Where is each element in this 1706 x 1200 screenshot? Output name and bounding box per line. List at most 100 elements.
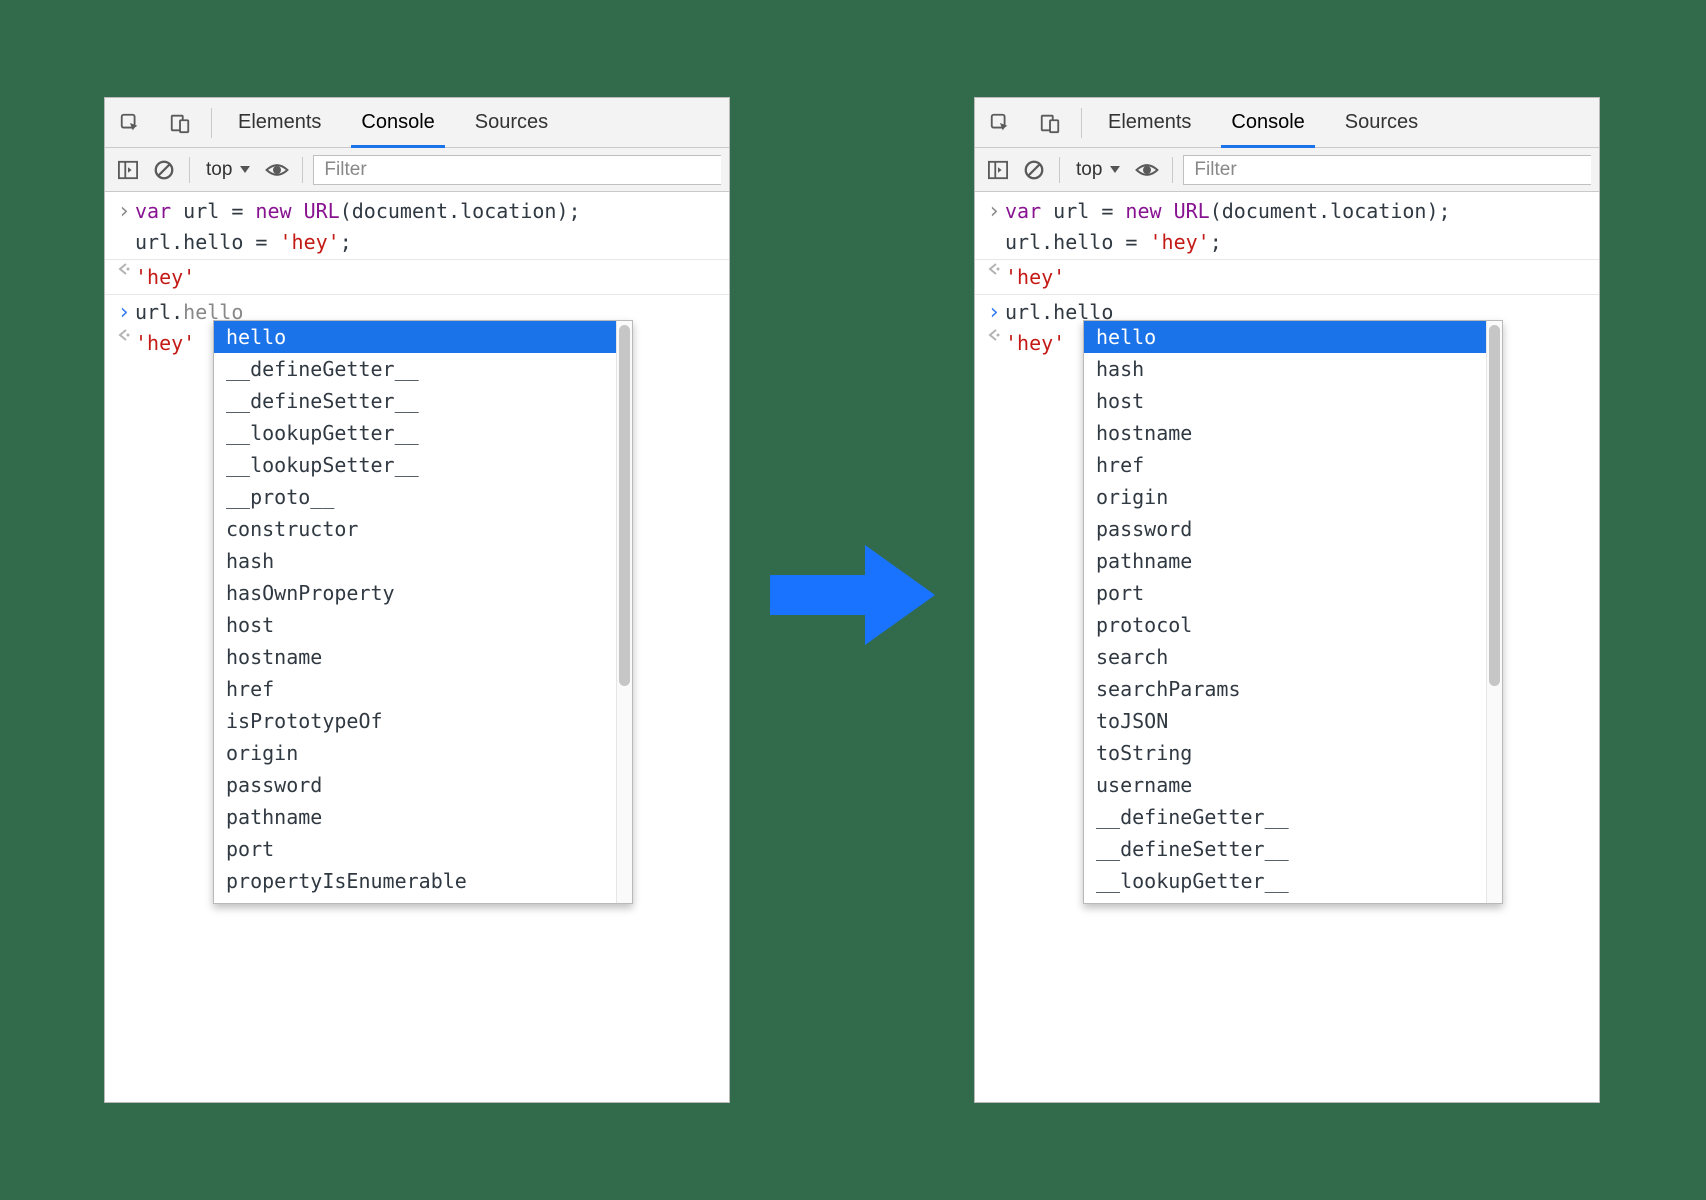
autocomplete-item[interactable]: hash	[1084, 353, 1486, 385]
transition-arrow-icon	[770, 540, 935, 650]
autocomplete-item[interactable]: href	[1084, 449, 1486, 481]
output-caret-icon	[983, 262, 1005, 292]
autocomplete-item[interactable]: toString	[1084, 737, 1486, 769]
autocomplete-item[interactable]: search	[1084, 641, 1486, 673]
autocomplete-item[interactable]: hostname	[214, 641, 616, 673]
console-output-value: 'hey'	[1005, 262, 1065, 292]
autocomplete-item[interactable]: __defineSetter__	[1084, 833, 1486, 865]
console-input-line: var url = new URL(document.location);	[1005, 196, 1451, 227]
filter-input[interactable]: Filter	[313, 155, 721, 185]
autocomplete-item[interactable]: searchParams	[1084, 673, 1486, 705]
autocomplete-popup[interactable]: hellohashhosthostnamehreforiginpasswordp…	[1083, 320, 1503, 904]
autocomplete-item[interactable]: __defineGetter__	[214, 353, 616, 385]
autocomplete-item[interactable]: __defineSetter__	[214, 385, 616, 417]
console-output-value: 'hey'	[135, 262, 195, 292]
autocomplete-item[interactable]: hello	[214, 321, 616, 353]
output-caret-icon	[113, 262, 135, 292]
autocomplete-item[interactable]: __lookupGetter__	[214, 417, 616, 449]
devtools-tabbar: Elements Console Sources	[975, 98, 1599, 148]
separator	[1172, 157, 1173, 183]
autocomplete-item[interactable]: pathname	[214, 801, 616, 833]
autocomplete-item[interactable]: __lookupSetter__	[214, 449, 616, 481]
autocomplete-item[interactable]: href	[214, 673, 616, 705]
devtools-tabbar: Elements Console Sources	[105, 98, 729, 148]
autocomplete-item[interactable]: pathname	[1084, 545, 1486, 577]
autocomplete-item[interactable]: origin	[214, 737, 616, 769]
autocomplete-item[interactable]: hello	[1084, 321, 1486, 353]
console-sidebar-toggle-icon[interactable]	[113, 155, 143, 185]
filter-placeholder: Filter	[324, 159, 366, 181]
console-eager-eval: 'hey'	[1005, 328, 1065, 358]
console-input-line: url.hello = 'hey';	[1005, 227, 1222, 257]
tab-elements[interactable]: Elements	[1088, 98, 1211, 147]
tab-console[interactable]: Console	[1211, 98, 1324, 147]
devtools-panel-before: Elements Console Sources top Filt	[104, 97, 730, 1103]
scrollbar[interactable]	[616, 321, 632, 903]
console-input-line: url.hello = 'hey';	[135, 227, 352, 257]
separator	[211, 108, 212, 138]
filter-input[interactable]: Filter	[1183, 155, 1591, 185]
tab-sources[interactable]: Sources	[1325, 98, 1438, 147]
autocomplete-item[interactable]: password	[1084, 513, 1486, 545]
autocomplete-item[interactable]: __defineGetter__	[1084, 801, 1486, 833]
autocomplete-item[interactable]: hostname	[1084, 417, 1486, 449]
console-toolbar: top Filter	[105, 148, 729, 192]
inspect-element-icon[interactable]	[105, 98, 155, 148]
autocomplete-item[interactable]: host	[214, 609, 616, 641]
separator	[302, 157, 303, 183]
autocomplete-item[interactable]: toJSON	[1084, 705, 1486, 737]
clear-console-icon[interactable]	[149, 155, 179, 185]
separator	[1059, 157, 1060, 183]
console-input-line: var url = new URL(document.location);	[135, 196, 581, 227]
autocomplete-item[interactable]: __proto__	[214, 481, 616, 513]
separator	[1081, 108, 1082, 138]
clear-console-icon[interactable]	[1019, 155, 1049, 185]
device-toolbar-icon[interactable]	[1025, 98, 1075, 148]
autocomplete-popup[interactable]: hello__defineGetter____defineSetter____l…	[213, 320, 633, 904]
tab-console[interactable]: Console	[341, 98, 454, 147]
autocomplete-item[interactable]: isPrototypeOf	[214, 705, 616, 737]
tab-elements[interactable]: Elements	[218, 98, 341, 147]
console-toolbar: top Filter	[975, 148, 1599, 192]
scrollbar-thumb[interactable]	[1489, 325, 1500, 686]
execution-context-picker[interactable]: top	[1070, 159, 1126, 181]
output-caret-icon	[113, 328, 135, 358]
tab-sources[interactable]: Sources	[455, 98, 568, 147]
console-output[interactable]: var url = new URL(document.location); ur…	[975, 192, 1599, 1102]
input-caret-icon	[983, 297, 1005, 328]
device-toolbar-icon[interactable]	[155, 98, 205, 148]
chevron-down-icon	[240, 166, 250, 173]
filter-placeholder: Filter	[1194, 159, 1236, 181]
context-label: top	[1076, 159, 1102, 181]
live-expression-icon[interactable]	[1132, 155, 1162, 185]
context-label: top	[206, 159, 232, 181]
console-sidebar-toggle-icon[interactable]	[983, 155, 1013, 185]
input-caret-icon	[113, 196, 135, 227]
console-output[interactable]: var url = new URL(document.location); ur…	[105, 192, 729, 1102]
input-caret-icon	[113, 297, 135, 328]
chevron-down-icon	[1110, 166, 1120, 173]
scrollbar-thumb[interactable]	[619, 325, 630, 686]
autocomplete-item[interactable]: host	[1084, 385, 1486, 417]
autocomplete-item[interactable]: propertyIsEnumerable	[214, 865, 616, 897]
autocomplete-item[interactable]: username	[1084, 769, 1486, 801]
devtools-panel-after: Elements Console Sources top Filt	[974, 97, 1600, 1103]
output-caret-icon	[983, 328, 1005, 358]
autocomplete-item[interactable]: port	[1084, 577, 1486, 609]
execution-context-picker[interactable]: top	[200, 159, 256, 181]
autocomplete-list: hello__defineGetter____defineSetter____l…	[214, 321, 616, 903]
scrollbar[interactable]	[1486, 321, 1502, 903]
autocomplete-item[interactable]: constructor	[214, 513, 616, 545]
autocomplete-item[interactable]: hash	[214, 545, 616, 577]
console-eager-eval: 'hey'	[135, 328, 195, 358]
autocomplete-list: hellohashhosthostnamehreforiginpasswordp…	[1084, 321, 1486, 903]
autocomplete-item[interactable]: origin	[1084, 481, 1486, 513]
separator	[189, 157, 190, 183]
inspect-element-icon[interactable]	[975, 98, 1025, 148]
autocomplete-item[interactable]: hasOwnProperty	[214, 577, 616, 609]
autocomplete-item[interactable]: protocol	[1084, 609, 1486, 641]
autocomplete-item[interactable]: port	[214, 833, 616, 865]
autocomplete-item[interactable]: __lookupGetter__	[1084, 865, 1486, 897]
live-expression-icon[interactable]	[262, 155, 292, 185]
autocomplete-item[interactable]: password	[214, 769, 616, 801]
